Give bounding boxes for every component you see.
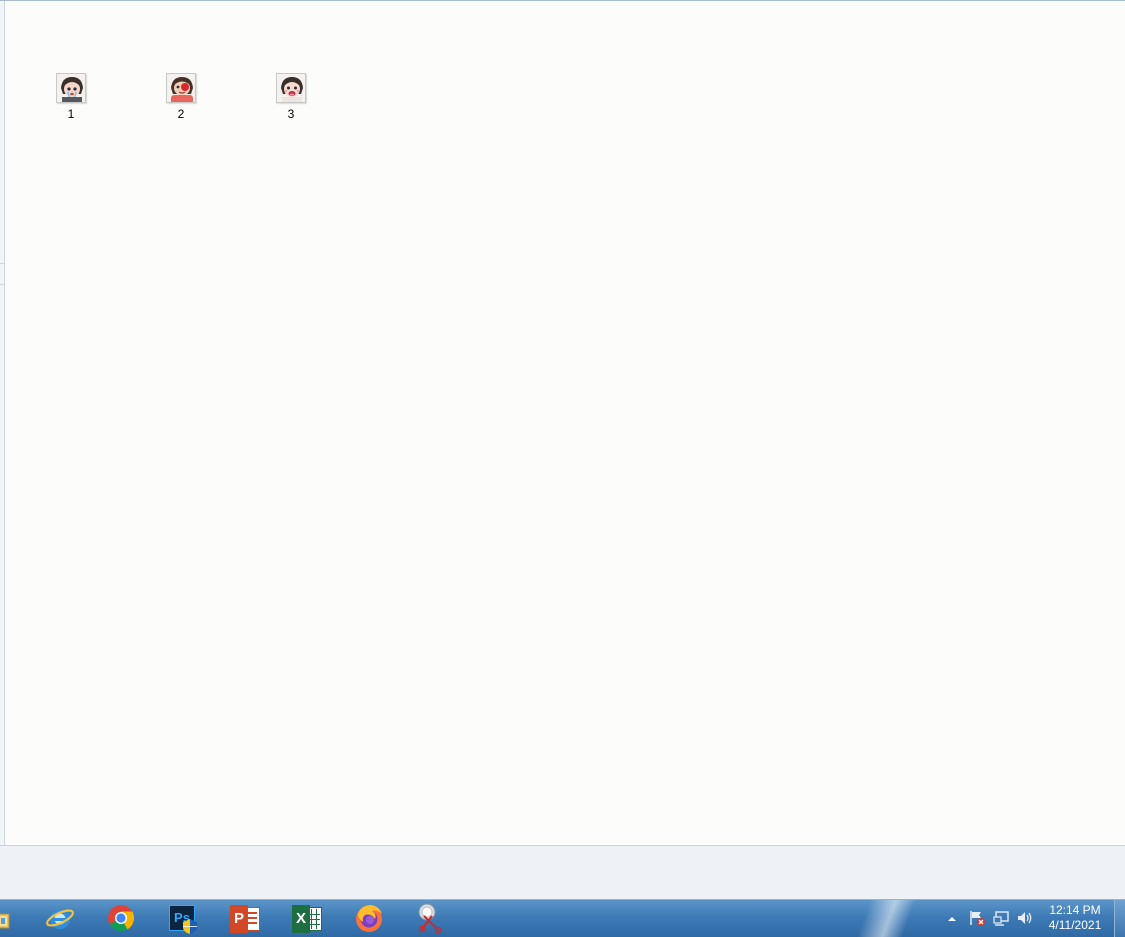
speaker-icon xyxy=(1016,909,1034,930)
navigation-pane-edge xyxy=(0,1,5,846)
show-hidden-icons-button[interactable] xyxy=(944,900,960,937)
powerpoint-icon: P xyxy=(230,905,260,933)
file-name: 3 xyxy=(287,107,295,121)
folder-icon xyxy=(0,906,11,933)
network-button[interactable] xyxy=(990,900,1012,937)
pane-splitter-handle[interactable] xyxy=(0,263,4,285)
file-item-1[interactable]: 1 xyxy=(41,73,101,125)
file-name: 2 xyxy=(177,107,185,121)
photoshop-icon: Ps xyxy=(169,905,197,934)
chevron-up-icon xyxy=(947,912,957,926)
taskbar-photoshop-button[interactable]: Ps xyxy=(160,902,206,936)
powerpoint-label: P xyxy=(230,905,248,933)
taskbar-internet-explorer-button[interactable] xyxy=(37,902,83,936)
action-center-button[interactable] xyxy=(966,900,988,937)
network-icon xyxy=(992,909,1010,930)
clock-date: 4/11/2021 xyxy=(1048,918,1102,932)
excel-icon: X xyxy=(292,905,322,933)
avatar-thumbnail-icon xyxy=(276,73,306,103)
taskbar: Ps P X 12:14 PM 4/11/2021 xyxy=(0,899,1125,937)
file-item-3[interactable]: 3 xyxy=(261,73,321,125)
taskbar-excel-button[interactable]: X xyxy=(284,902,330,936)
details-pane xyxy=(0,845,1125,899)
taskbar-snipping-tool-button[interactable] xyxy=(407,902,453,936)
avatar-thumbnail-icon xyxy=(166,73,196,103)
taskbar-glare xyxy=(830,900,950,937)
taskbar-powerpoint-button[interactable]: P xyxy=(222,902,268,936)
file-name: 1 xyxy=(67,107,75,121)
file-item-2[interactable]: 2 xyxy=(151,73,211,125)
show-desktop-button[interactable] xyxy=(1114,900,1125,937)
volume-button[interactable] xyxy=(1014,900,1036,937)
taskbar-explorer-button[interactable] xyxy=(0,902,16,936)
snipping-tool-icon xyxy=(414,902,446,937)
internet-explorer-icon xyxy=(45,903,75,936)
firefox-icon xyxy=(353,902,385,937)
action-center-flag-icon xyxy=(968,909,986,930)
file-list-pane[interactable]: 1 2 3 xyxy=(0,0,1125,846)
avatar-thumbnail-icon xyxy=(56,73,86,103)
chrome-icon xyxy=(106,903,136,936)
excel-label: X xyxy=(292,905,310,933)
taskbar-chrome-button[interactable] xyxy=(98,902,144,936)
taskbar-firefox-button[interactable] xyxy=(346,902,392,936)
taskbar-clock[interactable]: 12:14 PM 4/11/2021 xyxy=(1040,903,1110,935)
clock-time: 12:14 PM xyxy=(1049,903,1101,917)
